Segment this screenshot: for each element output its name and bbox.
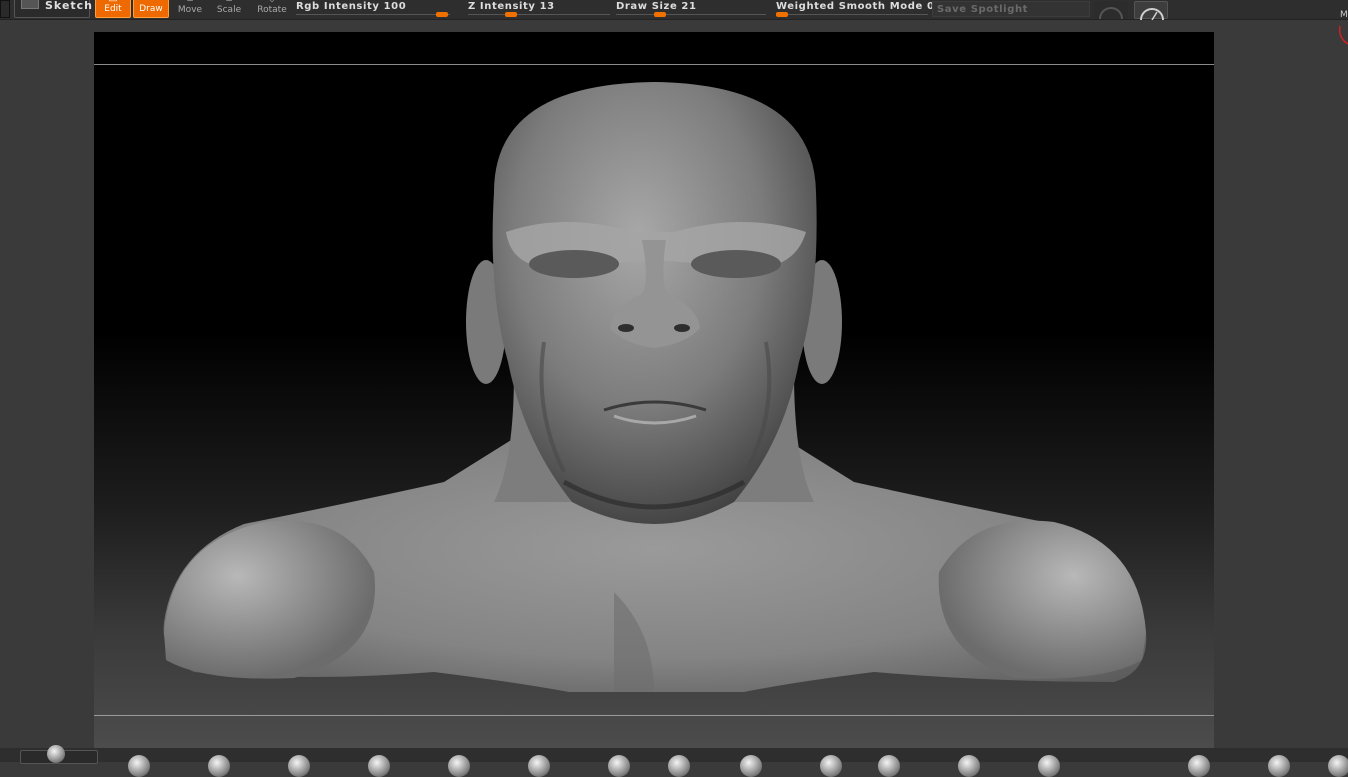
weighted-smooth-mode-track[interactable] xyxy=(776,14,928,15)
brush-sphere-icon-11[interactable] xyxy=(820,755,842,777)
edit-button[interactable]: ▭ Edit xyxy=(95,0,131,18)
rgb-intensity-label: Rgb Intensity 100 xyxy=(296,1,407,12)
brush-sphere-icon-4[interactable] xyxy=(288,755,310,777)
brush-sphere-icon-12[interactable] xyxy=(878,755,900,777)
edit-label: Edit xyxy=(104,4,122,14)
brush-sphere-icon-3[interactable] xyxy=(208,755,230,777)
brush-sphere-icon-5[interactable] xyxy=(368,755,390,777)
z-intensity-slider[interactable]: Z Intensity 13 xyxy=(468,0,610,19)
gauge-dim-glyph xyxy=(1099,7,1123,20)
draw-size-slider[interactable]: Draw Size 21 xyxy=(616,0,766,19)
weighted-smooth-mode-label: Weighted Smooth Mode 0 xyxy=(776,1,935,12)
corner-label: M xyxy=(1340,10,1348,20)
weighted-smooth-mode-slider[interactable]: Weighted Smooth Mode 0 xyxy=(776,0,934,19)
brush-sphere-icon-14[interactable] xyxy=(1038,755,1060,777)
brush-sphere-icon-15[interactable] xyxy=(1188,755,1210,777)
scale-icon: ▫ xyxy=(211,0,247,4)
draw-size-knob[interactable] xyxy=(654,12,666,17)
right-eye-socket xyxy=(691,250,781,278)
toolbar-edge-button[interactable] xyxy=(0,0,10,18)
rotate-button[interactable]: ◇ Rotate xyxy=(254,0,290,18)
move-button[interactable]: ▫ Move xyxy=(172,0,208,18)
brush-sphere-icon-17[interactable] xyxy=(1328,755,1348,777)
bottom-shelf xyxy=(0,745,1348,777)
brush-sphere-icon-8[interactable] xyxy=(608,755,630,777)
sculpted-bust-icon[interactable] xyxy=(94,32,1214,748)
sketch-label: Sketch xyxy=(45,0,94,12)
left-eye-socket xyxy=(529,250,619,278)
gauge-icon[interactable] xyxy=(1134,1,1168,21)
scale-button[interactable]: ▫ Scale xyxy=(211,0,247,18)
rgb-intensity-track[interactable] xyxy=(296,14,450,15)
move-icon: ▫ xyxy=(172,0,208,4)
rotate-label: Rotate xyxy=(257,5,287,15)
scale-label: Scale xyxy=(216,5,242,15)
gauge-glyph xyxy=(1140,8,1164,21)
rgb-intensity-knob[interactable] xyxy=(436,12,448,17)
rotate-icon: ◇ xyxy=(254,0,290,4)
draw-size-label: Draw Size 21 xyxy=(616,1,697,12)
z-intensity-track[interactable] xyxy=(468,14,610,15)
brush-sphere-icon-7[interactable] xyxy=(528,755,550,777)
sketch-icon xyxy=(21,0,39,9)
save-spotlight-button[interactable]: Save Spotlight xyxy=(932,1,1090,17)
red-stroke-mark xyxy=(1338,25,1348,45)
weighted-smooth-mode-knob[interactable] xyxy=(776,12,788,17)
brush-sphere-icon-9[interactable] xyxy=(668,755,690,777)
sketch-button[interactable]: Sketch xyxy=(14,0,94,18)
z-intensity-label: Z Intensity 13 xyxy=(468,1,555,12)
draw-button[interactable]: ╵ Draw xyxy=(133,0,169,18)
brush-sphere-icon-13[interactable] xyxy=(958,755,980,777)
rgb-intensity-slider[interactable]: Rgb Intensity 100 xyxy=(296,0,450,19)
top-toolbar: Sketch ▭ Edit ╵ Draw ▫ Move ▫ Scale ◇ Ro… xyxy=(0,0,1348,21)
right-nostril xyxy=(674,324,690,332)
brush-sphere-icon xyxy=(47,745,65,763)
viewport-canvas[interactable] xyxy=(94,32,1214,748)
brush-sphere-icon-10[interactable] xyxy=(740,755,762,777)
gauge-icon-dim[interactable] xyxy=(1094,1,1128,20)
draw-size-track[interactable] xyxy=(616,14,766,15)
brush-sphere-icon-16[interactable] xyxy=(1268,755,1290,777)
brush-sphere-icon-2[interactable] xyxy=(128,755,150,777)
left-nostril xyxy=(618,324,634,332)
brush-sphere-icon-6[interactable] xyxy=(448,755,470,777)
draw-label: Draw xyxy=(139,4,163,14)
move-label: Move xyxy=(177,5,203,15)
z-intensity-knob[interactable] xyxy=(505,12,517,17)
